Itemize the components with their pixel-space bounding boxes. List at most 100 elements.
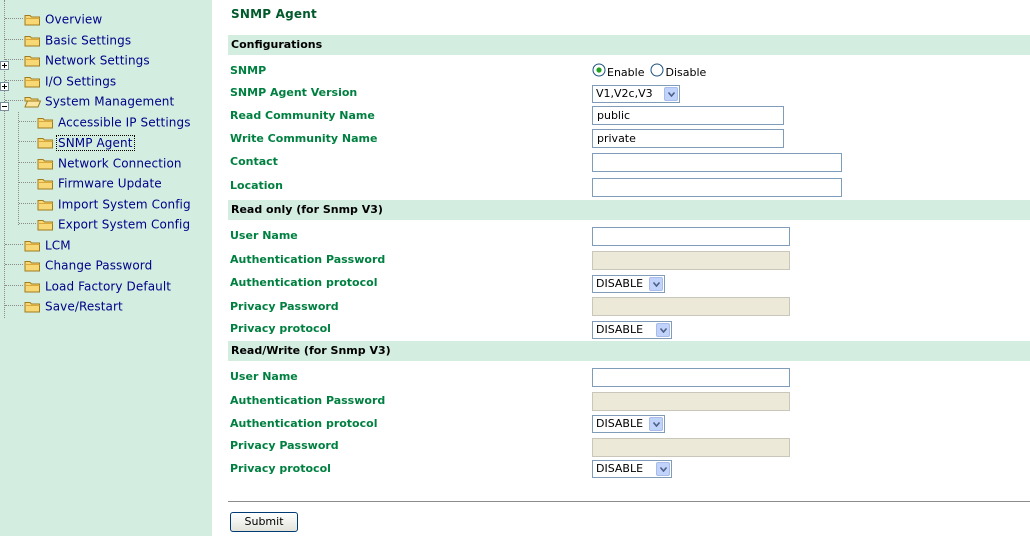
ro-privacy-password-label: Privacy Password [230,300,339,313]
folder-icon [24,239,41,252]
rw-user-name-input[interactable] [592,368,790,387]
section-configurations-title: Configurations [231,38,323,51]
rw-auth-protocol-select[interactable]: DISABLE [592,415,665,433]
sidebar-item-label: I/O Settings [45,74,117,89]
sidebar-item-label: Accessible IP Settings [58,115,191,130]
snmp-enable-label[interactable]: Enable [607,66,644,79]
sidebar-item-label: Change Password [45,258,153,273]
folder-icon [24,13,41,26]
sidebar-item-i-o-settings[interactable]: I/O Settings [24,72,116,90]
folder-icon [24,259,41,272]
navigation-sidebar: Overview Basic Settings Network Settings I/… [0,0,212,536]
contact-input[interactable] [592,153,842,172]
folder-icon [24,280,41,293]
snmp-disable-radio[interactable] [650,63,664,82]
ro-privacy-protocol-label: Privacy protocol [230,322,331,335]
section-read-only: Read only (for Snmp V3) [228,200,1030,220]
sidebar-item-accessible-ip-settings[interactable]: Accessible IP Settings [37,113,191,131]
section-configurations: Configurations [228,35,1030,55]
tree-connector-line [4,0,5,318]
sidebar-item-save-restart[interactable]: Save/Restart [24,297,123,315]
rw-privacy-protocol-label: Privacy protocol [230,462,331,475]
ro-auth-protocol-select[interactable]: DISABLE [592,275,665,293]
sidebar-item-system-management[interactable]: System Management [24,92,174,110]
ro-auth-protocol-label: Authentication protocol [230,276,378,289]
folder-icon [24,300,41,313]
ro-privacy-protocol-select[interactable]: DISABLE [592,321,672,339]
rw-auth-protocol-value: DISABLE [596,417,644,430]
location-label: Location [230,179,283,192]
ro-auth-protocol-value: DISABLE [596,277,644,290]
snmp-disable-label[interactable]: Disable [665,66,706,79]
sidebar-item-export-system-config[interactable]: Export System Config [37,215,190,233]
ro-privacy-protocol-value: DISABLE [596,323,644,336]
folder-icon [37,157,54,170]
folder-open-icon [24,95,42,108]
folder-icon [37,136,54,149]
tree-connector-line [5,264,23,265]
section-read-write-title: Read/Write (for Snmp V3) [231,344,391,357]
rw-auth-password-label: Authentication Password [230,394,386,407]
sidebar-item-overview[interactable]: Overview [24,10,102,28]
minus-box-icon[interactable] [0,96,9,111]
plus-box-icon[interactable] [0,76,9,91]
write-community-input[interactable] [592,129,784,148]
section-read-only-title: Read only (for Snmp V3) [231,203,383,216]
tree-connector-line [19,121,36,122]
sidebar-item-change-password[interactable]: Change Password [24,256,152,274]
sidebar-item-label: Basic Settings [45,33,132,48]
ro-auth-password-label: Authentication Password [230,253,386,266]
sidebar-item-label: SNMP Agent [56,134,135,151]
snmp-enable-radio[interactable] [592,63,606,82]
read-community-input[interactable] [592,106,784,125]
rw-privacy-protocol-value: DISABLE [596,462,644,475]
tree-connector-line [19,182,36,183]
sidebar-item-snmp-agent[interactable]: SNMP Agent [37,133,135,151]
sidebar-item-lcm[interactable]: LCM [24,236,71,254]
snmp-label: SNMP [230,64,267,77]
tree-connector-line [19,162,36,163]
snmp-radio-group: Enable Disable [592,63,706,79]
location-input[interactable] [592,178,842,197]
snmp-version-label: SNMP Agent Version [230,86,358,99]
ro-user-name-label: User Name [230,229,298,242]
chevron-down-icon [649,277,663,291]
tree-connector-line [19,141,36,142]
chevron-down-icon [649,417,663,431]
rw-privacy-password-label: Privacy Password [230,439,339,452]
rw-user-name-label: User Name [230,370,298,383]
sidebar-item-load-factory-default[interactable]: Load Factory Default [24,277,171,295]
navigation-tree: Overview Basic Settings Network Settings I/… [0,0,212,536]
read-community-label: Read Community Name [230,109,375,122]
rw-privacy-protocol-select[interactable]: DISABLE [592,460,672,478]
tree-connector-line [18,112,19,225]
sidebar-item-label: Save/Restart [45,299,123,314]
plus-box-icon[interactable] [0,55,9,70]
snmp-version-select[interactable]: V1,V2c,V3 [592,85,680,103]
ro-user-name-input[interactable] [592,227,790,246]
sidebar-item-label: Export System Config [58,217,191,232]
tree-connector-line [19,203,36,204]
folder-icon [24,34,41,47]
submit-button[interactable]: Submit [230,512,298,532]
tree-connector-line [5,18,23,19]
snmp-version-value: V1,V2c,V3 [596,87,653,100]
folder-icon [37,198,54,211]
sidebar-item-label: Overview [45,12,103,27]
sidebar-item-basic-settings[interactable]: Basic Settings [24,31,131,49]
chevron-down-icon [656,462,670,476]
folder-icon [37,116,54,129]
tree-connector-line [19,223,36,224]
tree-connector-line [5,285,23,286]
sidebar-item-label: LCM [45,238,71,253]
folder-icon [24,75,41,88]
tree-connector-line [5,39,23,40]
rw-auth-password-input [592,392,790,411]
write-community-label: Write Community Name [230,132,378,145]
sidebar-item-firmware-update[interactable]: Firmware Update [37,174,162,192]
sidebar-item-network-settings[interactable]: Network Settings [24,51,150,69]
sidebar-item-import-system-config[interactable]: Import System Config [37,195,191,213]
sidebar-item-label: Network Connection [58,156,182,171]
section-read-write: Read/Write (for Snmp V3) [228,341,1030,361]
sidebar-item-network-connection[interactable]: Network Connection [37,154,182,172]
